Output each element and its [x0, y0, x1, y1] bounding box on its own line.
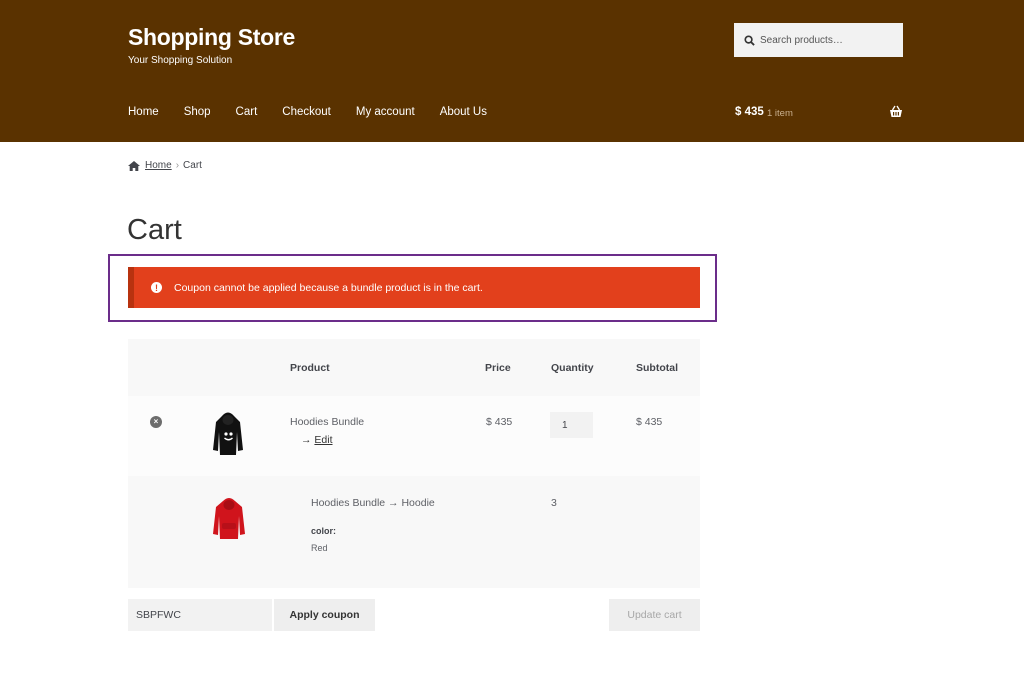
column-header-subtotal: Subtotal: [636, 362, 678, 374]
product-subtotal: $ 435: [636, 416, 663, 428]
attribute-label: color:: [311, 526, 337, 536]
attribute-value: Red: [311, 543, 328, 553]
product-name-link[interactable]: Hoodies Bundle: [290, 416, 364, 428]
breadcrumb-home-link[interactable]: Home: [145, 160, 172, 171]
nav-shop[interactable]: Shop: [184, 106, 211, 118]
search-box[interactable]: [734, 23, 903, 57]
update-cart-button[interactable]: Update cart: [609, 599, 700, 631]
table-row: Hoodies Bundle → Hoodie color: Red 3: [128, 476, 700, 588]
cart-table: Product Price Quantity Subtotal × Hoodie…: [128, 339, 700, 588]
main-nav: Home Shop Cart Checkout My account About…: [128, 106, 512, 118]
error-notice: ! Coupon cannot be applied because a bun…: [128, 267, 700, 308]
nav-home[interactable]: Home: [128, 106, 159, 118]
apply-coupon-button[interactable]: Apply coupon: [274, 599, 375, 631]
home-icon: [128, 160, 140, 171]
column-header-price: Price: [485, 362, 511, 374]
black-hoodie-image[interactable]: [212, 410, 244, 456]
breadcrumb-current: Cart: [183, 160, 202, 171]
breadcrumb-separator: ›: [175, 160, 180, 171]
breadcrumb: Home › Cart: [128, 160, 202, 171]
quantity-input[interactable]: [550, 412, 593, 438]
header-cart-count[interactable]: 1 item: [767, 108, 793, 119]
nav-cart[interactable]: Cart: [236, 106, 258, 118]
coupon-code-input[interactable]: [128, 599, 272, 631]
exclamation-circle-icon: !: [151, 282, 162, 293]
shopping-basket-icon[interactable]: [889, 105, 903, 118]
edit-bundle-link[interactable]: Edit: [314, 434, 332, 446]
edit-arrow: →: [301, 434, 312, 446]
bundled-item-quantity: 3: [551, 497, 557, 509]
search-icon: [744, 34, 755, 46]
site-title[interactable]: Shopping Store: [128, 24, 295, 51]
table-row: × Hoodies Bundle → Edit $ 435 $ 435: [128, 396, 700, 476]
header-cart-total[interactable]: $ 435: [735, 106, 764, 118]
product-price: $ 435: [486, 416, 513, 428]
remove-item-icon[interactable]: ×: [150, 416, 162, 428]
table-header-row: Product Price Quantity Subtotal: [128, 339, 700, 396]
edit-bundle-row: → Edit: [301, 434, 333, 446]
column-header-quantity: Quantity: [551, 362, 594, 374]
column-header-product: Product: [290, 362, 330, 374]
site-header: Shopping Store Your Shopping Solution Ho…: [0, 0, 1024, 142]
search-input[interactable]: [760, 34, 890, 46]
nav-checkout[interactable]: Checkout: [282, 106, 331, 118]
bundled-item-name[interactable]: Hoodies Bundle → Hoodie: [311, 497, 435, 509]
nav-about-us[interactable]: About Us: [440, 106, 487, 118]
site-tagline: Your Shopping Solution: [128, 55, 233, 66]
error-notice-text: Coupon cannot be applied because a bundl…: [174, 281, 483, 294]
red-hoodie-image[interactable]: [212, 496, 246, 540]
page-title: Cart: [127, 214, 182, 246]
nav-my-account[interactable]: My account: [356, 106, 415, 118]
